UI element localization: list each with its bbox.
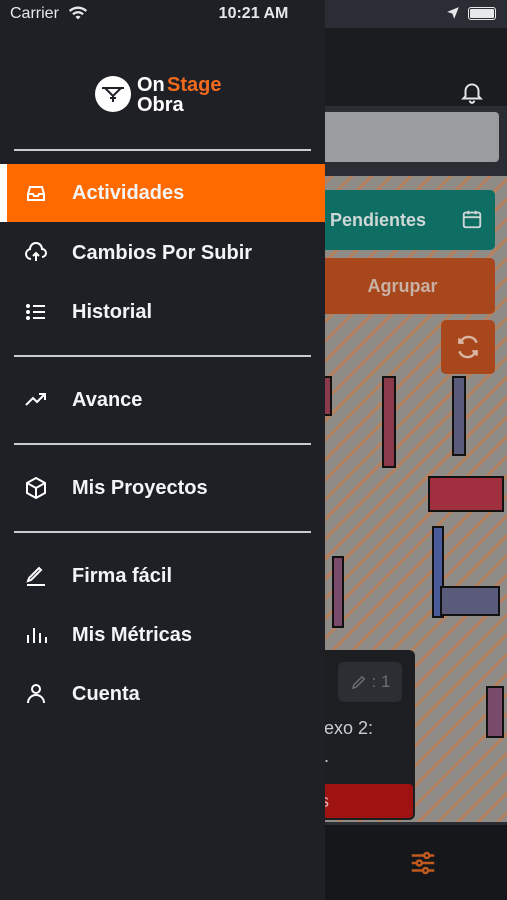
sync-button[interactable] <box>441 320 495 374</box>
edit-count: : 1 <box>371 672 391 691</box>
calendar-icon <box>462 210 482 229</box>
divider <box>14 355 311 357</box>
list-icon <box>26 304 45 320</box>
divider <box>14 531 311 533</box>
logo-word-obra: Obra <box>137 94 184 116</box>
menu-item-label: Historial <box>72 301 153 323</box>
plan-element <box>440 586 500 616</box>
navigation-drawer: On Stage Obra Actividades Cambios Por Su… <box>0 0 325 900</box>
pen-icon <box>26 566 45 586</box>
menu-item-avance[interactable]: Avance <box>0 371 325 429</box>
refresh-icon <box>458 335 478 359</box>
plan-element <box>332 556 344 628</box>
search-bar[interactable] <box>310 112 499 162</box>
pending-label: Pendientes <box>330 209 427 230</box>
card-description: exo 2: . <box>324 714 373 770</box>
menu-item-actividades[interactable]: Actividades <box>0 164 325 222</box>
menu-item-label: Cuenta <box>72 683 140 705</box>
activity-card[interactable]: : 1 exo 2: . es <box>310 650 415 820</box>
cloud-upload-icon <box>25 242 47 261</box>
app-logo: On Stage Obra <box>95 74 235 116</box>
divider <box>14 149 311 151</box>
battery-icon <box>468 7 496 20</box>
menu-item-label: Avance <box>72 389 143 411</box>
menu-item-label: Firma fácil <box>72 565 173 587</box>
menu-item-mis-proyectos[interactable]: Mis Proyectos <box>0 459 325 517</box>
filter-sliders-icon[interactable] <box>408 848 438 878</box>
menu-item-label: Actividades <box>72 182 185 204</box>
status-bar: Carrier 10:21 AM <box>0 0 507 28</box>
menu-item-mis-metricas[interactable]: Mis Métricas <box>0 606 325 664</box>
pencil-icon <box>351 675 365 690</box>
group-label: Agrupar <box>367 275 438 296</box>
menu-item-cuenta[interactable]: Cuenta <box>0 665 325 723</box>
location-arrow-icon <box>447 7 459 19</box>
group-button[interactable]: Agrupar <box>310 258 495 314</box>
menu-item-label: Mis Proyectos <box>72 477 208 499</box>
bar-chart-icon <box>27 628 47 643</box>
edit-chip[interactable]: : 1 <box>338 662 402 702</box>
clock: 10:21 AM <box>218 5 289 22</box>
pending-filter-button[interactable]: Pendientes <box>310 190 495 250</box>
inbox-icon <box>27 186 45 201</box>
divider <box>14 443 311 445</box>
plan-element <box>452 376 466 456</box>
card-text-line: exo 2: <box>324 718 374 738</box>
bell-icon[interactable] <box>459 78 485 106</box>
trending-up-icon <box>25 393 46 406</box>
card-text-line: . <box>324 746 330 766</box>
menu-item-cambios-por-subir[interactable]: Cambios Por Subir <box>0 224 325 282</box>
user-icon <box>27 684 45 704</box>
status-badge: es <box>310 784 413 818</box>
menu-item-firma-facil[interactable]: Firma fácil <box>0 547 325 605</box>
logo-mark-icon <box>95 76 131 112</box>
plan-element <box>382 376 396 468</box>
menu-item-historial[interactable]: Historial <box>0 283 325 341</box>
box-icon <box>26 476 46 500</box>
plan-element <box>428 476 504 512</box>
menu-item-label: Mis Métricas <box>72 624 193 646</box>
menu-item-label: Cambios Por Subir <box>72 242 253 264</box>
plan-element <box>486 686 504 738</box>
